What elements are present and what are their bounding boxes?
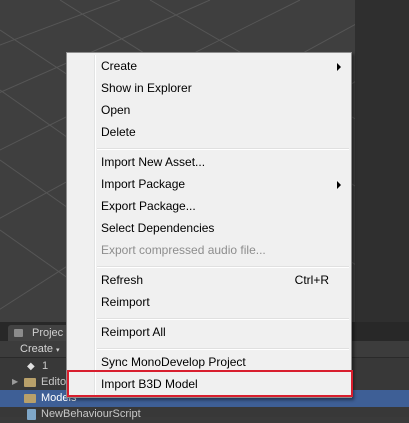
create-dropdown-button[interactable]: Create ▾	[20, 343, 60, 355]
menu-item-label: Show in Explorer	[101, 81, 192, 95]
menu-item-reimport[interactable]: Reimport	[69, 291, 349, 313]
tab-label: Projec	[32, 327, 64, 339]
folder-icon	[14, 329, 23, 337]
menu-item-label: Refresh	[101, 273, 144, 287]
menu-item-label: Reimport	[101, 295, 150, 309]
highlight-annotation	[67, 370, 353, 397]
submenu-arrow-icon	[337, 181, 341, 189]
folder-icon	[24, 394, 36, 403]
tab-project[interactable]: Projec	[8, 325, 70, 341]
inspector-panel	[355, 0, 409, 330]
menu-item-label: Import New Asset...	[101, 155, 206, 169]
menu-item-label: Reimport All	[101, 325, 166, 339]
menu-item-label: Delete	[101, 125, 136, 139]
menu-item-refresh[interactable]: Refresh Ctrl+R	[69, 269, 349, 291]
create-label: Create	[20, 343, 54, 355]
menu-item-delete[interactable]: Delete	[69, 121, 349, 143]
menu-item-label: Create	[101, 59, 138, 73]
tree-item-label: 1	[42, 360, 49, 372]
menu-item-label: Select Dependencies	[101, 221, 215, 235]
menu-item-select-dependencies[interactable]: Select Dependencies	[69, 217, 349, 239]
menu-item-open[interactable]: Open	[69, 99, 349, 121]
tree-item[interactable]: NewBehaviourScript	[0, 406, 409, 423]
menu-item-show-in-explorer[interactable]: Show in Explorer	[69, 77, 349, 99]
menu-item-reimport-all[interactable]: Reimport All	[69, 321, 349, 343]
submenu-arrow-icon	[337, 63, 341, 71]
menu-item-export-compressed-audio: Export compressed audio file...	[69, 239, 349, 261]
menu-separator	[97, 348, 349, 350]
menu-item-import-package[interactable]: Import Package	[69, 173, 349, 195]
script-icon	[27, 409, 36, 420]
chevron-down-icon: ▾	[56, 347, 60, 354]
context-menu: Create Show in Explorer Open Delete Impo…	[66, 52, 352, 398]
menu-item-import-new-asset[interactable]: Import New Asset...	[69, 151, 349, 173]
menu-separator	[97, 266, 349, 268]
menu-item-label: Export compressed audio file...	[101, 243, 266, 257]
menu-item-label: Sync MonoDevelop Project	[101, 355, 246, 369]
menu-separator	[97, 148, 349, 150]
menu-item-shortcut: Ctrl+R	[294, 273, 329, 287]
menu-item-label: Import Package	[101, 177, 186, 191]
menu-separator	[97, 318, 349, 320]
menu-item-label: Open	[101, 103, 131, 117]
menu-item-create[interactable]: Create	[69, 55, 349, 77]
unity-icon: ◆	[27, 361, 35, 372]
folder-icon	[24, 378, 36, 387]
menu-item-export-package[interactable]: Export Package...	[69, 195, 349, 217]
tree-item-label: NewBehaviourScript	[41, 408, 141, 420]
menu-item-label: Export Package...	[101, 199, 196, 213]
expand-arrow-icon[interactable]: ▶	[12, 377, 18, 386]
